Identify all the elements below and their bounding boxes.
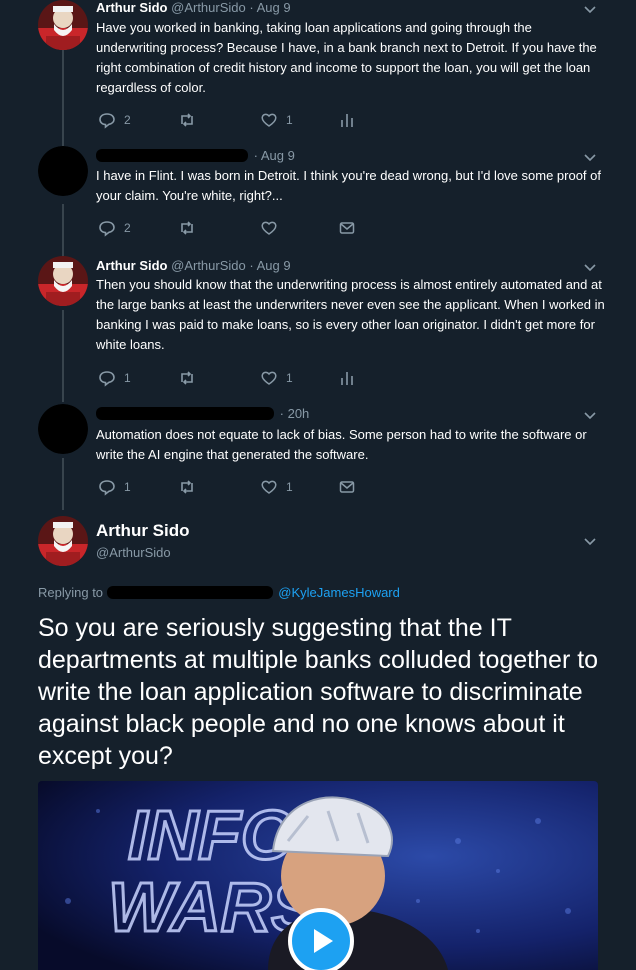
chevron-down-icon[interactable]	[583, 150, 597, 164]
message-icon	[339, 222, 355, 234]
tweet-actions: 1 1	[98, 369, 378, 387]
chevron-down-icon[interactable]	[583, 260, 597, 274]
tweet-header: Arthur Sido @ArthurSido · Aug 9	[96, 0, 291, 16]
avatar[interactable]	[38, 146, 88, 196]
main-tweet-text: So you are seriously suggesting that the…	[38, 614, 599, 770]
retweet-icon	[181, 480, 193, 494]
chevron-down-icon[interactable]	[583, 534, 597, 548]
heart-icon	[261, 113, 277, 127]
avatar[interactable]	[38, 516, 88, 566]
message-button[interactable]	[338, 478, 356, 496]
author-name[interactable]: Arthur Sido	[96, 521, 190, 541]
heart-icon	[261, 371, 277, 385]
tweet-header: · Aug 9	[96, 148, 295, 164]
reply-button[interactable]: 1	[98, 478, 131, 496]
chevron-down-icon[interactable]	[583, 2, 597, 16]
reply-button[interactable]: 2	[98, 111, 131, 129]
reply-icon	[99, 371, 115, 387]
like-button[interactable]: 1	[260, 111, 293, 129]
tweet[interactable]: · Aug 9 I have in Flint. I was born in D…	[0, 146, 636, 256]
reply-icon	[99, 113, 115, 129]
tweet-actions: 1 1	[98, 478, 378, 496]
tweet-actions: 2 1	[98, 111, 378, 129]
analytics-button[interactable]	[338, 111, 356, 129]
chevron-down-icon[interactable]	[583, 408, 597, 422]
reply-button[interactable]: 1	[98, 369, 131, 387]
retweet-icon	[181, 113, 193, 127]
tweet-text: Then you should know that the underwriti…	[96, 277, 605, 352]
author-handle[interactable]: @ArthurSido	[96, 545, 171, 560]
analytics-icon	[341, 372, 353, 385]
author-name[interactable]: Arthur Sido	[96, 258, 168, 273]
like-button[interactable]	[260, 219, 286, 237]
author-handle[interactable]: @ArthurSido	[171, 258, 246, 273]
tweet[interactable]: Arthur Sido @ArthurSido · Aug 9 Then you…	[0, 256, 636, 404]
replying-label: Replying to	[38, 585, 104, 600]
author-name[interactable]: Arthur Sido	[96, 0, 168, 15]
retweet-button[interactable]	[178, 219, 204, 237]
heart-icon	[261, 480, 277, 494]
reply-count: 2	[124, 221, 131, 235]
tweet-header: Arthur Sido @ArthurSido · Aug 9	[96, 258, 291, 274]
redacted-author	[96, 149, 248, 162]
message-icon	[339, 481, 355, 493]
reply-count: 1	[124, 371, 131, 385]
tweet-text: I have in Flint. I was born in Detroit. …	[96, 168, 602, 203]
separator-dot: ·	[249, 0, 254, 15]
heart-icon	[261, 221, 277, 235]
author-handle[interactable]: @ArthurSido	[171, 0, 246, 15]
video-player[interactable]: INFO WARS	[38, 781, 598, 970]
redacted-author	[96, 407, 274, 420]
like-button[interactable]: 1	[260, 478, 293, 496]
reply-icon	[99, 480, 115, 496]
tweet-text: Have you worked in banking, taking loan …	[96, 20, 597, 95]
like-count: 1	[286, 480, 293, 494]
reply-count: 2	[124, 113, 131, 127]
avatar[interactable]	[38, 404, 88, 454]
tweet-actions: 2	[98, 219, 378, 237]
play-icon	[314, 929, 333, 953]
timestamp[interactable]: 20h	[288, 406, 310, 421]
avatar[interactable]	[38, 0, 88, 50]
reply-button[interactable]: 2	[98, 219, 131, 237]
tweet-header: · 20h	[96, 406, 309, 422]
like-count: 1	[286, 371, 293, 385]
retweet-button[interactable]	[178, 369, 204, 387]
like-button[interactable]: 1	[260, 369, 293, 387]
timestamp[interactable]: Aug 9	[261, 148, 295, 163]
timestamp[interactable]: Aug 9	[257, 0, 291, 15]
reply-count: 1	[124, 480, 131, 494]
separator-dot: ·	[253, 148, 258, 163]
message-button[interactable]	[338, 219, 356, 237]
mention-link[interactable]: @KyleJamesHoward	[278, 585, 400, 600]
redacted-mention	[106, 586, 273, 599]
tweet[interactable]: Arthur Sido @ArthurSido · Aug 9 Have you…	[0, 0, 636, 146]
watermark-info: INFO	[128, 796, 295, 874]
separator-dot: ·	[249, 258, 254, 273]
retweet-button[interactable]	[178, 111, 204, 129]
reply-icon	[99, 221, 115, 237]
like-count: 1	[286, 113, 293, 127]
analytics-button[interactable]	[338, 369, 356, 387]
separator-dot: ·	[279, 406, 284, 421]
play-button[interactable]	[288, 908, 354, 970]
retweet-icon	[181, 221, 193, 235]
avatar[interactable]	[38, 256, 88, 306]
replying-to: Replying to @KyleJamesHoward	[38, 585, 400, 600]
retweet-button[interactable]	[178, 478, 204, 496]
tweet[interactable]: · 20h Automation does not equate to lack…	[0, 404, 636, 510]
tweet-text: Automation does not equate to lack of bi…	[96, 427, 587, 462]
timestamp[interactable]: Aug 9	[257, 258, 291, 273]
retweet-icon	[181, 371, 193, 385]
analytics-icon	[341, 114, 353, 127]
